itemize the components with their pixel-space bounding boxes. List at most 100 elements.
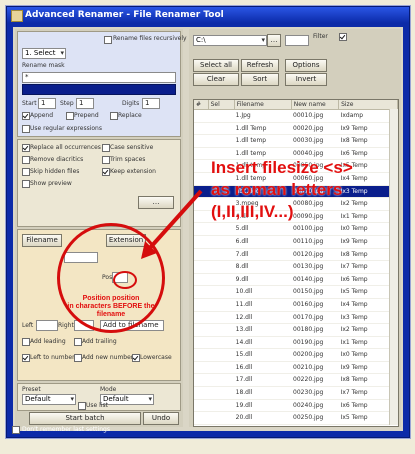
table-cell xyxy=(208,299,234,311)
table-cell: 00160.jpg xyxy=(293,300,324,308)
table-cell: 00200.jpg xyxy=(293,351,324,359)
clear-button[interactable]: Clear xyxy=(193,73,239,86)
table-row[interactable]: 15.dll 00200.jpg Ix0 Temp xyxy=(194,349,398,362)
add-new-number-checkbox[interactable] xyxy=(74,354,82,362)
refresh-button[interactable]: Refresh xyxy=(241,59,279,72)
table-row[interactable]: 6.dll 00110.jpg Ix9 Temp xyxy=(194,236,398,249)
add-trailing-checkbox[interactable] xyxy=(74,338,82,346)
option-2-checkbox[interactable] xyxy=(22,156,30,164)
table-cell xyxy=(208,286,234,298)
table-cell: 5.dll xyxy=(235,225,249,233)
use-list-checkbox[interactable] xyxy=(78,402,86,410)
replace-radio[interactable] xyxy=(110,112,118,120)
tab-filename[interactable]: Filename xyxy=(22,234,62,247)
sort-button[interactable]: Sort xyxy=(241,73,279,86)
option-regex-label: Use regular expressions xyxy=(30,125,102,132)
table-row[interactable]: 17.dll 00220.jpg Ix8 Temp xyxy=(194,374,398,388)
option-7-label: Show preview xyxy=(30,180,72,187)
preset-combo[interactable]: Default xyxy=(22,394,76,405)
option-0-checkbox[interactable] xyxy=(22,144,30,152)
table-cell: 1.Jpg xyxy=(235,112,251,119)
position-highlight-circle xyxy=(113,271,137,289)
left-to-number-checkbox[interactable] xyxy=(22,354,30,362)
start-input[interactable]: 1 xyxy=(38,98,56,109)
table-cell: 00140.jpg xyxy=(293,275,324,283)
filter-checkbox[interactable] xyxy=(339,33,347,41)
table-cell: 00120.jpg xyxy=(293,250,324,258)
table-cell xyxy=(208,337,234,349)
table-row[interactable]: 21.dll00260.jpgIx4 Temp xyxy=(194,425,398,426)
lowercase-checkbox[interactable] xyxy=(132,354,140,362)
browse-button[interactable]: … xyxy=(267,34,281,47)
step-input[interactable]: 1 xyxy=(76,98,94,109)
table-cell xyxy=(194,362,208,374)
col-header-select[interactable]: Sel xyxy=(209,100,235,109)
status-label: Don't remember last settings xyxy=(22,426,110,433)
options-button[interactable]: Options xyxy=(285,59,327,72)
annotation-arrow xyxy=(141,189,203,259)
table-cell: 00250.jpg xyxy=(293,414,324,422)
table-row[interactable]: 13.dll 00180.jpg Ix2 Temp xyxy=(194,324,398,337)
table-row[interactable]: 18.dll 00230.jpg Ix7 Temp xyxy=(194,387,398,400)
filter-input[interactable] xyxy=(285,35,309,46)
table-scrollbar[interactable] xyxy=(389,109,398,425)
annotation-position-line1: Position position xyxy=(82,295,140,302)
table-cell: 9.dll xyxy=(235,275,249,283)
col-header-index[interactable]: # xyxy=(194,100,209,109)
folder-combo[interactable]: C:\ xyxy=(193,35,267,46)
table-cell: 00010.jpg xyxy=(293,112,324,119)
table-row[interactable]: 10.dll 00150.jpg Ix5 Temp xyxy=(194,286,398,299)
undo-button[interactable]: Undo xyxy=(143,412,179,425)
start-batch-button[interactable]: Start batch xyxy=(29,412,141,425)
recursive-checkbox[interactable] xyxy=(104,36,112,44)
table-cell: 8.dll xyxy=(235,263,249,271)
prepend-radio[interactable] xyxy=(66,112,74,120)
mode-combo[interactable]: Default xyxy=(100,394,154,405)
table-row[interactable]: 14.dll 00190.jpg Ix1 Temp xyxy=(194,337,398,350)
method-combo[interactable]: 1. Select xyxy=(22,48,66,59)
add-leading-checkbox[interactable] xyxy=(22,338,30,346)
table-row[interactable]: 1.dll Temp 00020.jpg Ix9 Temp xyxy=(194,123,398,136)
table-row[interactable]: 7.dll 00120.jpg Ix8 Temp xyxy=(194,249,398,262)
col-header-size[interactable]: Size xyxy=(339,100,398,109)
table-cell xyxy=(194,299,208,311)
table-row[interactable]: 1.Jpg 00010.jpg Ixdamp xyxy=(194,110,398,123)
table-row[interactable]: 1.dll temp 00030.jpg Ix8 Temp xyxy=(194,135,398,148)
append-radio[interactable] xyxy=(22,112,30,120)
left-input[interactable] xyxy=(36,320,58,331)
preset-label: Preset xyxy=(22,386,41,393)
table-cell xyxy=(194,425,208,426)
table-cell xyxy=(208,349,234,361)
table-cell xyxy=(208,249,234,261)
filter-label: Filter xyxy=(313,33,328,40)
status-checkbox[interactable] xyxy=(12,426,20,434)
select-all-button[interactable]: Select all xyxy=(193,59,239,72)
window-title: Advanced Renamer - File Renamer Tool xyxy=(25,10,224,20)
table-row[interactable]: 9.dll 00140.jpg Ix6 Temp xyxy=(194,274,398,287)
option-regex-checkbox[interactable] xyxy=(22,125,30,133)
option-3-checkbox[interactable] xyxy=(102,156,110,164)
table-cell xyxy=(194,274,208,286)
table-row[interactable]: 20.dll 00250.jpg Ix5 Temp xyxy=(194,412,398,425)
table-cell: 00180.jpg xyxy=(293,326,324,334)
add-leading-label: Add leading xyxy=(30,338,66,345)
window-client: Rename files recursively 1. Select Renam… xyxy=(13,27,403,431)
digits-input[interactable]: 1 xyxy=(142,98,160,109)
table-row[interactable]: 19.dll 00240.jpg Ix6 Temp xyxy=(194,400,398,413)
table-row[interactable]: 12.dll 00170.jpg Ix3 Temp xyxy=(194,312,398,325)
table-row[interactable]: 8.dll 00130.jpg Ix7 Temp xyxy=(194,261,398,274)
table-row[interactable]: 11.dll 00160.jpg Ix4 Temp xyxy=(194,299,398,312)
invert-button[interactable]: Invert xyxy=(285,73,327,86)
col-header-filename[interactable]: Filename xyxy=(235,100,292,109)
table-row[interactable]: 5.dll 00100.jpg Ix0 Temp xyxy=(194,223,398,236)
col-header-newname[interactable]: New name xyxy=(292,100,340,109)
table-cell xyxy=(194,160,208,172)
left-to-number-label: Left to number xyxy=(30,354,75,361)
option-7-checkbox[interactable] xyxy=(22,180,30,188)
table-row[interactable]: 16.dll 00210.jpg Ix9 Temp xyxy=(194,362,398,375)
mask-preview-field[interactable] xyxy=(22,84,176,95)
option-6-checkbox[interactable] xyxy=(102,168,110,176)
mask-input[interactable]: * xyxy=(22,72,176,83)
option-5-checkbox[interactable] xyxy=(22,168,30,176)
option-1-checkbox[interactable] xyxy=(102,144,110,152)
